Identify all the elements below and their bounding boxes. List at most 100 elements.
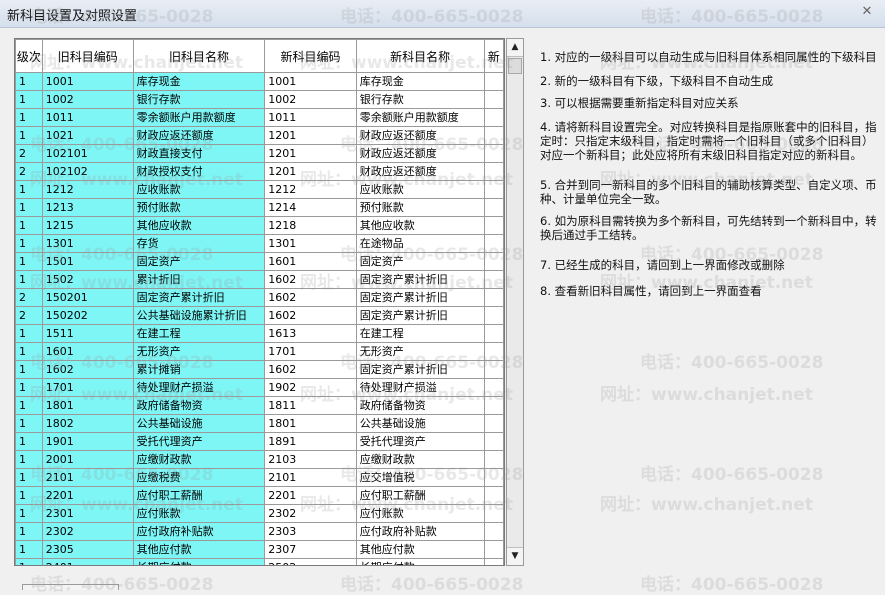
cell-old-name[interactable]: 政府储备物资 (132, 396, 266, 415)
cell-extra[interactable] (483, 450, 504, 469)
vertical-scrollbar[interactable]: ▲ ▼ (506, 38, 524, 566)
cell-level[interactable]: 1 (15, 540, 43, 559)
cell-old-code[interactable]: 2302 (41, 522, 134, 541)
cell-old-name[interactable]: 公共基础设施累计折旧 (132, 306, 266, 325)
cell-new-code[interactable]: 2103 (264, 450, 357, 469)
cell-old-code[interactable]: 2305 (41, 540, 134, 559)
cell-level[interactable]: 2 (15, 162, 43, 181)
table-row[interactable]: 1 1212 应收账款 1212 应收账款 (15, 180, 504, 199)
cell-extra[interactable] (483, 414, 504, 433)
cell-new-code[interactable]: 1201 (264, 126, 357, 145)
cell-new-code[interactable]: 1301 (264, 234, 357, 253)
cell-extra[interactable] (483, 378, 504, 397)
cell-new-code[interactable]: 1602 (264, 270, 357, 289)
cell-new-code[interactable]: 1811 (264, 396, 357, 415)
cell-level[interactable]: 1 (15, 396, 43, 415)
cell-extra[interactable] (483, 432, 504, 451)
cell-new-name[interactable]: 财政应返还额度 (355, 144, 485, 163)
cell-old-name[interactable]: 预付账款 (132, 198, 266, 217)
cell-new-name[interactable]: 库存现金 (355, 72, 485, 91)
header-new-code[interactable]: 新科目编码 (264, 39, 357, 73)
cell-level[interactable]: 1 (15, 360, 43, 379)
cell-extra[interactable] (483, 522, 504, 541)
cell-new-code[interactable]: 1891 (264, 432, 357, 451)
table-row[interactable]: 1 2305 其他应付款 2307 其他应付款 (15, 540, 504, 559)
table-row[interactable]: 1 1511 在建工程 1613 在建工程 (15, 324, 504, 343)
cell-extra[interactable] (483, 558, 504, 565)
cell-old-name[interactable]: 在建工程 (132, 324, 266, 343)
cell-new-code[interactable]: 1801 (264, 414, 357, 433)
cell-extra[interactable] (483, 324, 504, 343)
cell-level[interactable]: 1 (15, 270, 43, 289)
cell-new-name[interactable]: 在建工程 (355, 324, 485, 343)
cell-level[interactable]: 2 (15, 288, 43, 307)
cell-old-code[interactable]: 1021 (41, 126, 134, 145)
cell-old-code[interactable]: 1215 (41, 216, 134, 235)
cell-new-code[interactable]: 1218 (264, 216, 357, 235)
cell-old-name[interactable]: 应收账款 (132, 180, 266, 199)
cell-old-name[interactable]: 应付账款 (132, 504, 266, 523)
cell-new-name[interactable]: 固定资产累计折旧 (355, 360, 485, 379)
cell-old-name[interactable]: 财政应返还额度 (132, 126, 266, 145)
cell-new-code[interactable]: 1011 (264, 108, 357, 127)
table-row[interactable]: 1 1701 待处理财产损溢 1902 待处理财产损溢 (15, 378, 504, 397)
cell-extra[interactable] (483, 180, 504, 199)
table-row[interactable]: 1 2001 应缴财政款 2103 应缴财政款 (15, 450, 504, 469)
cell-new-code[interactable]: 1214 (264, 198, 357, 217)
cell-extra[interactable] (483, 162, 504, 181)
cell-old-code[interactable]: 1002 (41, 90, 134, 109)
cell-new-code[interactable]: 2302 (264, 504, 357, 523)
cell-old-name[interactable]: 其他应付款 (132, 540, 266, 559)
cell-old-name[interactable]: 长期应付款 (132, 558, 266, 565)
cell-new-name[interactable]: 其他应收款 (355, 216, 485, 235)
cell-old-code[interactable]: 1802 (41, 414, 134, 433)
cell-new-name[interactable]: 应付职工薪酬 (355, 486, 485, 505)
cell-new-name[interactable]: 在途物品 (355, 234, 485, 253)
cell-old-code[interactable]: 1212 (41, 180, 134, 199)
cell-level[interactable]: 1 (15, 378, 43, 397)
cell-old-name[interactable]: 财政授权支付 (132, 162, 266, 181)
table-row[interactable]: 1 1215 其他应收款 1218 其他应收款 (15, 216, 504, 235)
cell-old-name[interactable]: 财政直接支付 (132, 144, 266, 163)
cell-level[interactable]: 1 (15, 126, 43, 145)
table-row[interactable]: 1 1301 存货 1301 在途物品 (15, 234, 504, 253)
cell-old-name[interactable]: 应缴税费 (132, 468, 266, 487)
cell-old-code[interactable]: 1502 (41, 270, 134, 289)
cell-new-name[interactable]: 无形资产 (355, 342, 485, 361)
cell-extra[interactable] (483, 468, 504, 487)
cell-new-code[interactable]: 1602 (264, 360, 357, 379)
cell-extra[interactable] (483, 288, 504, 307)
cell-extra[interactable] (483, 144, 504, 163)
cell-new-name[interactable]: 财政应返还额度 (355, 126, 485, 145)
cell-new-name[interactable]: 固定资产累计折旧 (355, 270, 485, 289)
cell-old-code[interactable]: 2201 (41, 486, 134, 505)
cell-new-code[interactable]: 1902 (264, 378, 357, 397)
cell-old-name[interactable]: 受托代理资产 (132, 432, 266, 451)
cell-old-name[interactable]: 应付政府补贴款 (132, 522, 266, 541)
cell-level[interactable]: 1 (15, 90, 43, 109)
table-row[interactable]: 1 1901 受托代理资产 1891 受托代理资产 (15, 432, 504, 451)
table-row[interactable]: 1 1801 政府储备物资 1811 政府储备物资 (15, 396, 504, 415)
cell-old-name[interactable]: 库存现金 (132, 72, 266, 91)
table-row[interactable]: 1 1213 预付账款 1214 预付账款 (15, 198, 504, 217)
cell-new-code[interactable]: 2502 (264, 558, 357, 565)
cell-extra[interactable] (483, 342, 504, 361)
cell-extra[interactable] (483, 252, 504, 271)
cell-new-name[interactable]: 固定资产 (355, 252, 485, 271)
cell-new-code[interactable]: 1602 (264, 288, 357, 307)
cell-old-code[interactable]: 150202 (41, 306, 134, 325)
cell-old-name[interactable]: 公共基础设施 (132, 414, 266, 433)
cell-level[interactable]: 1 (15, 342, 43, 361)
cell-new-code[interactable]: 2101 (264, 468, 357, 487)
header-old-code[interactable]: 旧科目编码 (41, 39, 134, 73)
cell-old-name[interactable]: 零余额账户用款额度 (132, 108, 266, 127)
cell-new-name[interactable]: 待处理财产损溢 (355, 378, 485, 397)
cell-old-code[interactable]: 1901 (41, 432, 134, 451)
cell-new-code[interactable]: 1002 (264, 90, 357, 109)
close-icon[interactable]: ✕ (859, 4, 875, 20)
cell-old-name[interactable]: 存货 (132, 234, 266, 253)
header-level[interactable]: 级次 (15, 39, 43, 73)
cell-new-name[interactable]: 受托代理资产 (355, 432, 485, 451)
cell-new-name[interactable]: 其他应付款 (355, 540, 485, 559)
cell-new-code[interactable]: 1613 (264, 324, 357, 343)
